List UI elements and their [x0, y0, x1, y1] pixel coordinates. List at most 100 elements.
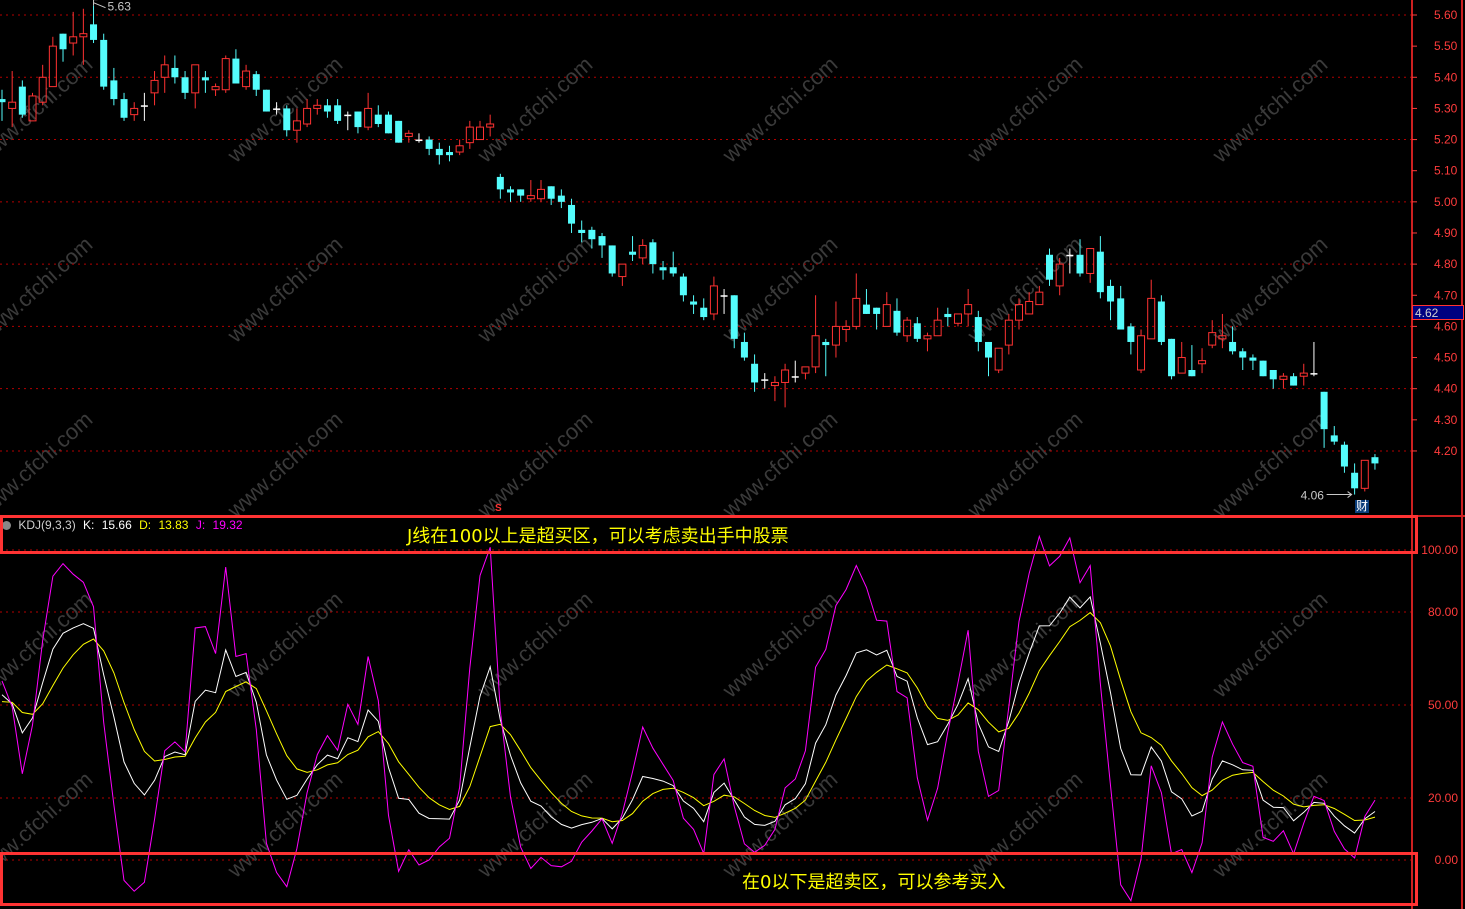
candle-body [690, 301, 698, 305]
candle-body [140, 105, 148, 107]
candle-body [1239, 351, 1247, 358]
watermark-text: www.cfchi.com [1207, 586, 1333, 703]
candle-body [1299, 372, 1308, 377]
candle-down [354, 111, 362, 134]
candle-down [1157, 295, 1165, 346]
price-tick-label: 4.20 [1434, 444, 1458, 458]
candle-down [181, 71, 189, 100]
oversold-annotation: 在0以下是超卖区，可以参考买入 [742, 872, 1006, 893]
candle-up [475, 120, 484, 141]
stock-chart[interactable]: www.cfchi.com www.cfchi.com www.cfchi.com w… [0, 0, 1465, 909]
candle-down [1269, 369, 1277, 389]
candle-body [90, 24, 98, 40]
candle-body [395, 120, 403, 143]
candle-up [852, 273, 861, 330]
candle-down [751, 354, 759, 392]
candle-body [445, 152, 453, 156]
candle-down [445, 145, 453, 162]
candle-down [384, 111, 392, 134]
low-arrow-icon [1326, 491, 1353, 498]
candle-up [1198, 348, 1207, 374]
candle-down [1259, 360, 1267, 377]
candle-body [1198, 360, 1207, 365]
candle-body [150, 79, 159, 94]
candle-body [649, 242, 657, 265]
candle-body [953, 313, 962, 324]
price-tick-label: 5.00 [1434, 195, 1458, 209]
candle-up [1177, 341, 1186, 374]
watermark-text: www.cfchi.com [717, 586, 843, 703]
candle-body [781, 369, 790, 383]
candle-body [79, 33, 88, 38]
price-tick-label: 4.80 [1434, 257, 1458, 271]
candle-body [1177, 357, 1186, 374]
candle-down [374, 105, 382, 128]
candle-down [1188, 345, 1196, 377]
watermark-text: www.cfchi.com [472, 51, 598, 168]
candle-body [404, 132, 413, 137]
candle-body [770, 381, 779, 387]
candle-up [404, 130, 413, 143]
candle-body [354, 111, 362, 128]
watermark-text: www.cfchi.com [962, 406, 1088, 523]
price-tick-label: 4.40 [1434, 382, 1458, 396]
candle-down [262, 89, 270, 112]
candle-body [160, 64, 169, 78]
candle-up [69, 11, 78, 56]
j-line [1, 534, 1376, 902]
candle-body [465, 126, 474, 144]
candle-body [1249, 357, 1257, 361]
price-tick-label: 4.90 [1434, 226, 1458, 240]
kdj-tick-label: 20.00 [1428, 791, 1458, 805]
watermark-text: www.cfchi.com [222, 586, 348, 703]
candle-body [588, 229, 596, 240]
candle-down [1290, 373, 1298, 386]
candle-up [933, 307, 942, 337]
candle-down [435, 142, 443, 165]
candle-body [944, 313, 952, 318]
watermark-text: www.cfchi.com [962, 51, 1088, 168]
watermark-text: www.cfchi.com [472, 406, 598, 523]
candle-body [618, 263, 627, 278]
candle-body [1117, 298, 1125, 330]
candle-body [120, 99, 128, 118]
watermark-text: www.cfchi.com [472, 586, 598, 703]
candle-down [1249, 354, 1257, 370]
watermark-text: www.cfchi.com [1207, 406, 1333, 523]
candle-up [211, 83, 220, 96]
candle-body [893, 310, 901, 333]
candle-down [944, 307, 952, 327]
candle-down [59, 33, 67, 62]
candle-down [598, 232, 606, 258]
candle-body [283, 108, 291, 131]
candle-body [374, 114, 382, 124]
candle-down [1117, 285, 1125, 330]
candle-body [344, 114, 352, 117]
candle-up [923, 332, 932, 352]
candle-body [1259, 360, 1267, 377]
candle-up [364, 92, 373, 131]
candle-body [679, 276, 687, 296]
candle-body [455, 145, 464, 153]
candle-body [232, 58, 240, 84]
candle-down [171, 55, 179, 84]
candle-body [1127, 326, 1135, 342]
price-tick-label: 4.70 [1434, 288, 1458, 302]
candle-body [1340, 444, 1348, 467]
candle-body [1046, 254, 1054, 280]
price-tick-label: 4.30 [1434, 413, 1458, 427]
watermark-text: www.cfchi.com [0, 51, 97, 168]
finance-marker-icon[interactable]: 财 [1355, 500, 1370, 513]
candle-down [1239, 348, 1247, 370]
candle-body [171, 67, 179, 78]
candle-body [761, 379, 769, 381]
candle-up [313, 99, 322, 115]
candle-body [1157, 301, 1165, 342]
candle-body [720, 295, 728, 297]
candle-body [1086, 248, 1095, 274]
candle-up [130, 102, 139, 121]
candle-down [1127, 323, 1135, 355]
price-tick-label: 5.10 [1434, 164, 1458, 178]
candle-up [801, 366, 810, 380]
candle-body [1320, 391, 1328, 430]
